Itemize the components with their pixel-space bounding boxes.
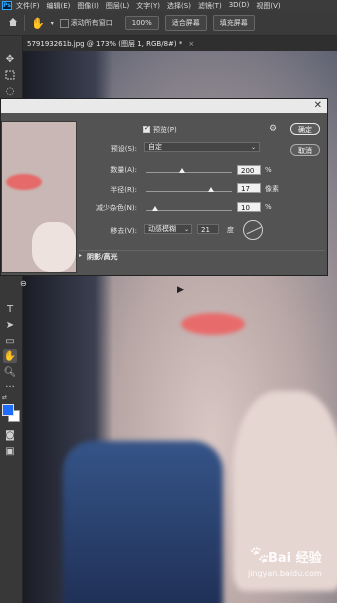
shadows-highlights-section[interactable]: 阴影/高光 <box>87 252 118 262</box>
dropdown-chevron-icon[interactable]: ▾ <box>51 20 54 27</box>
move-tool-icon[interactable]: ✥ <box>3 52 17 66</box>
scroll-all-label: 滚动所有窗口 <box>70 19 113 27</box>
amount-label: 数量(A): <box>110 166 137 174</box>
preset-value: 自定 <box>148 143 162 151</box>
angle-unit: 度 <box>227 226 234 234</box>
amount-unit: % <box>265 166 272 174</box>
quick-mask-icon[interactable]: ◙ <box>3 428 17 442</box>
photoshop-logo: Ps <box>2 1 12 10</box>
hand-tool-icon[interactable]: ✋ <box>31 17 45 30</box>
photo-shirt-region <box>63 441 223 603</box>
reduce-noise-label: 减少杂色(N): <box>95 204 137 212</box>
scroll-all-windows[interactable]: 滚动所有窗口 <box>59 18 113 28</box>
watermark-url: jingyan.baidu.com <box>248 569 322 578</box>
shadows-highlights-dialog: ✕ ⊖ 预览(P) ⚙ 确定 取消 预设(S): 自定 ⌄ 数量(A): 200… <box>0 98 328 295</box>
reduce-noise-unit: % <box>265 203 272 211</box>
angle-dial-needle <box>246 226 262 235</box>
menu-file[interactable]: 文件(F) <box>16 1 40 11</box>
gear-icon[interactable]: ⚙ <box>269 124 277 134</box>
preview-checkbox[interactable] <box>143 124 150 133</box>
radius-label: 半径(R): <box>110 186 137 194</box>
document-tab[interactable]: 579193261b.jpg @ 173% (图层 1, RGB/8#) * × <box>23 36 337 51</box>
marquee-tool-icon[interactable] <box>3 68 17 82</box>
menu-select[interactable]: 选择(S) <box>167 1 191 11</box>
home-icon[interactable] <box>8 17 18 29</box>
preset-select[interactable]: 自定 ⌄ <box>144 142 260 152</box>
more-tools-icon[interactable]: ··· <box>3 380 17 394</box>
radius-input[interactable]: 17 <box>237 183 261 193</box>
mouse-cursor-icon: ▶ <box>177 285 184 295</box>
close-icon[interactable]: ✕ <box>314 100 322 111</box>
menu-view[interactable]: 视图(V) <box>256 1 280 11</box>
angle-input[interactable]: 21 <box>197 224 219 234</box>
menu-edit[interactable]: 编辑(E) <box>47 1 71 11</box>
ok-button[interactable]: 确定 <box>290 123 320 135</box>
zoom-tool-icon[interactable]: 🔍︎ <box>3 365 17 379</box>
radius-unit: 像素 <box>265 185 279 193</box>
radius-slider-track[interactable] <box>146 191 232 192</box>
zoom-100-button[interactable]: 100% <box>124 16 159 30</box>
fill-screen-button[interactable]: 填充屏幕 <box>212 15 255 31</box>
chevron-down-icon: ⌄ <box>250 144 256 151</box>
baidu-watermark: 🐾︎ Bai 经验 jingyan.baidu.com <box>248 545 328 585</box>
lasso-tool-icon[interactable]: ◌ <box>3 84 17 98</box>
close-tab-icon[interactable]: × <box>188 40 194 48</box>
menu-image[interactable]: 图像(I) <box>77 1 99 11</box>
menu-bar: Ps 文件(F) 编辑(E) 图像(I) 图层(L) 文字(Y) 选择(S) 滤… <box>0 0 337 11</box>
amount-slider-thumb[interactable] <box>179 168 186 173</box>
remove-value: 动感模糊 <box>148 225 176 233</box>
reduce-noise-slider-track[interactable] <box>146 210 232 211</box>
hand-tool-icon[interactable]: ✋ <box>3 349 17 363</box>
menu-list: 文件(F) 编辑(E) 图像(I) 图层(L) 文字(Y) 选择(S) 滤镜(T… <box>16 1 281 11</box>
menu-filter[interactable]: 滤镜(T) <box>198 1 222 11</box>
section-divider <box>79 250 325 251</box>
path-select-tool-icon[interactable]: ➤ <box>3 318 17 332</box>
rectangle-tool-icon[interactable]: ▭ <box>3 334 17 348</box>
foreground-color-swatch[interactable] <box>2 404 14 416</box>
watermark-brand: Bai 经验 <box>268 551 322 566</box>
fit-screen-button[interactable]: 适合屏幕 <box>164 15 207 31</box>
cancel-button[interactable]: 取消 <box>290 144 320 156</box>
reduce-noise-slider-thumb[interactable] <box>151 206 158 211</box>
dialog-titlebar[interactable]: ✕ <box>1 99 327 113</box>
amount-slider-track[interactable] <box>146 172 232 173</box>
menu-3d[interactable]: 3D(D) <box>229 1 250 11</box>
preset-label: 预设(S): <box>110 145 137 153</box>
preview-hand <box>32 222 76 272</box>
amount-input[interactable]: 200 <box>237 165 261 175</box>
radius-slider-thumb[interactable] <box>207 187 214 192</box>
chevron-down-icon: ⌄ <box>183 226 189 233</box>
options-bar: ✋ ▾ 滚动所有窗口 100% 适合屏幕 填充屏幕 <box>0 11 337 36</box>
photo-lips-region <box>181 313 245 335</box>
zoom-out-icon[interactable]: ⊖ <box>20 279 27 288</box>
type-tool-icon[interactable]: T <box>3 302 17 316</box>
expand-triangle-icon[interactable]: ▸ <box>79 252 82 259</box>
remove-select[interactable]: 动感模糊 ⌄ <box>144 224 192 234</box>
menu-type[interactable]: 文字(Y) <box>136 1 160 11</box>
scroll-all-checkbox[interactable] <box>59 18 69 28</box>
document-title: 579193261b.jpg @ 173% (图层 1, RGB/8#) * <box>27 39 183 48</box>
separator <box>24 15 25 31</box>
swap-colors-icon[interactable]: ⇄ <box>2 394 7 401</box>
screen-mode-icon[interactable]: ▣ <box>3 444 17 458</box>
remove-label: 移去(V): <box>110 227 137 235</box>
dialog-preview-image[interactable] <box>1 121 77 273</box>
reduce-noise-input[interactable]: 10 <box>237 202 261 212</box>
menu-layer[interactable]: 图层(L) <box>106 1 129 11</box>
preview-label: 预览(P) <box>153 126 177 134</box>
angle-dial[interactable] <box>243 220 263 240</box>
preview-lips <box>6 174 42 190</box>
